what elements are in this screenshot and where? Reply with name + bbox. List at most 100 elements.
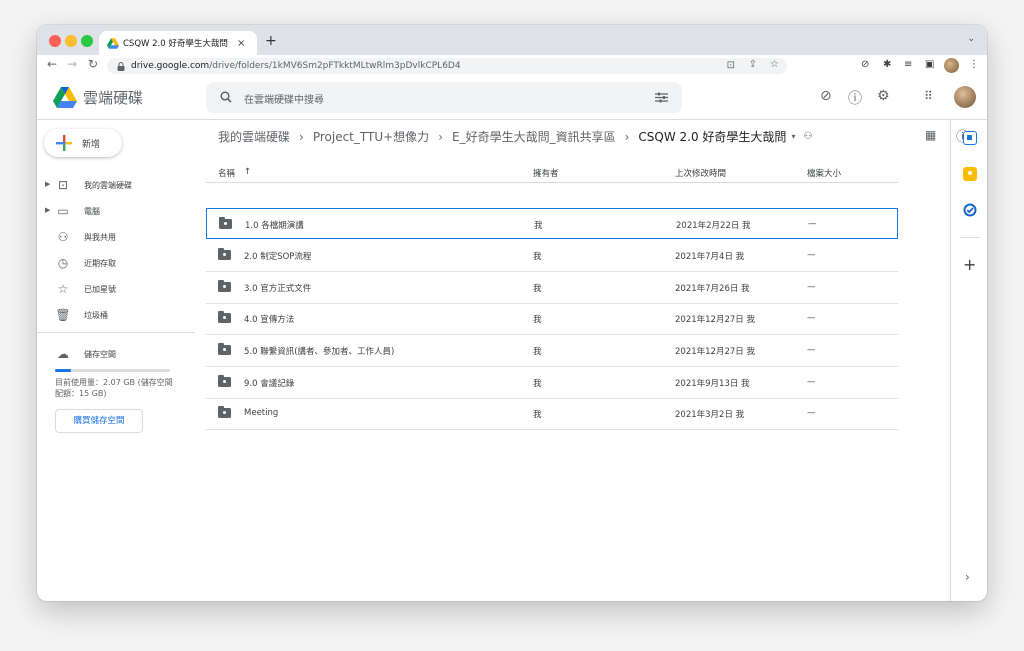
tab-title: CSQW 2.0 好奇學生大哉問 - Go [123, 39, 231, 49]
file-size: — [807, 250, 816, 260]
sidebar-item-computers[interactable]: ▶ ▭ 電腦 [37, 201, 197, 223]
sort-ascending-icon[interactable]: ↑ [244, 167, 251, 177]
sidebar-item-storage[interactable]: ☁ 儲存空間 [37, 344, 197, 366]
file-owner: 我 [533, 284, 542, 294]
folder-menu-dropdown-icon[interactable]: ▾ [791, 132, 795, 141]
table-row[interactable]: 5.0 聯繫資訊(講者、參加者、工作人員) 我 2021年12月27日 我 — [206, 335, 898, 367]
file-name[interactable]: 4.0 宣傳方法 [244, 313, 294, 325]
profile-avatar[interactable] [944, 58, 959, 73]
table-row[interactable]: 9.0 會議記錄 我 2021年9月13日 我 — [206, 367, 898, 399]
file-owner: 我 [534, 221, 543, 231]
browser-tab[interactable]: CSQW 2.0 好奇學生大哉問 - Go × [99, 31, 257, 55]
shared-folder-icon [218, 311, 231, 323]
sidebar-item-label: 已加星號 [84, 285, 116, 294]
new-button[interactable]: 新增 [44, 129, 122, 157]
back-arrow-icon[interactable]: ← [47, 57, 57, 71]
settings-gear-icon[interactable]: ⚙ [877, 88, 890, 104]
file-modified: 2021年7月26日 我 [675, 284, 750, 294]
add-addon-plus-icon[interactable]: + [963, 255, 976, 274]
column-header-size[interactable]: 檔案大小 [807, 167, 841, 179]
expand-panel-chevron-icon[interactable]: › [965, 570, 970, 584]
drive-favicon-icon [107, 37, 119, 49]
sidebar-item-shared[interactable]: ⚇ 與我共用 [37, 227, 197, 249]
close-window-button[interactable] [49, 35, 61, 47]
help-icon[interactable]: ⓘ [848, 88, 862, 108]
file-modified: 2021年12月27日 我 [675, 315, 755, 325]
keep-notes-icon[interactable] [963, 167, 977, 181]
trash-icon: 🗑 [55, 308, 71, 322]
shared-folder-icon [218, 280, 231, 292]
storage-progress-fill [55, 369, 71, 372]
title-bar: CSQW 2.0 好奇學生大哉問 - Go × + ⌄ [37, 25, 987, 55]
clock-icon: ◷ [57, 256, 69, 270]
sidebar-divider [37, 332, 195, 333]
side-panel-icon[interactable]: ▣ [925, 59, 934, 70]
file-name[interactable]: Meeting [244, 408, 278, 418]
minimize-window-button[interactable] [65, 35, 77, 47]
buy-storage-button[interactable]: 購買儲存空間 [55, 409, 143, 433]
sidebar-item-recent[interactable]: ◷ 近期存取 [37, 253, 197, 275]
file-name[interactable]: 2.0 制定SOP流程 [244, 250, 311, 262]
tab-search-chevron-icon[interactable]: ⌄ [967, 34, 975, 44]
sidebar-item-label: 電腦 [84, 207, 100, 216]
file-modified: 2021年3月2日 我 [675, 410, 745, 420]
search-box[interactable]: 在雲端硬碟中搜尋 [206, 82, 682, 113]
tab-close-icon[interactable]: × [237, 38, 245, 49]
sidebar-item-trash[interactable]: 🗑 垃圾桶 [37, 305, 197, 327]
account-avatar[interactable] [954, 86, 976, 108]
bookmark-star-icon[interactable]: ☆ [770, 59, 779, 70]
puzzle-extensions-icon[interactable]: ✱ [883, 59, 891, 70]
tasks-check-icon[interactable] [963, 203, 977, 217]
apps-grid-icon[interactable]: ⠿ [924, 89, 933, 103]
column-header-name[interactable]: 名稱 [218, 167, 235, 179]
new-tab-button[interactable]: + [265, 33, 277, 49]
sidebar-item-label: 近期存取 [84, 259, 116, 268]
drive-logo-icon[interactable] [53, 87, 77, 108]
file-size: — [807, 282, 816, 292]
file-size: — [807, 345, 816, 355]
table-row[interactable]: 3.0 官方正式文件 我 2021年7月26日 我 — [206, 272, 898, 304]
sidebar-item-my-drive[interactable]: ▶ ⊡ 我的雲端硬碟 [37, 175, 197, 197]
zoom-window-button[interactable] [81, 35, 93, 47]
file-name[interactable]: 9.0 會議記錄 [244, 377, 294, 389]
sidebar-item-starred[interactable]: ☆ 已加星號 [37, 279, 197, 301]
reload-icon[interactable]: ↻ [88, 57, 98, 71]
search-options-icon[interactable] [655, 92, 668, 103]
breadcrumb-my-drive[interactable]: 我的雲端硬碟 [218, 128, 290, 145]
file-owner: 我 [533, 347, 542, 357]
file-name[interactable]: 5.0 聯繫資訊(講者、參加者、工作人員) [244, 345, 394, 357]
column-header-owner[interactable]: 擁有者 [533, 167, 559, 179]
file-name[interactable]: 1.0 各檔期演講 [245, 219, 304, 231]
reading-list-icon[interactable]: ≡ [904, 59, 912, 70]
address-bar[interactable]: drive.google.com/drive/folders/1kMV6Sm2p… [107, 58, 787, 74]
share-icon[interactable]: ⇪ [749, 59, 757, 70]
table-row[interactable]: 4.0 宣傳方法 我 2021年12月27日 我 — [206, 303, 898, 335]
table-row[interactable]: 2.0 制定SOP流程 我 2021年7月4日 我 — [206, 240, 898, 272]
breadcrumb-current-folder[interactable]: CSQW 2.0 好奇學生大哉問 [638, 128, 786, 145]
grid-view-icon[interactable]: ▦ [925, 128, 936, 142]
table-row[interactable]: 1.0 各檔期演講 我 2021年2月22日 我 — [206, 208, 898, 239]
brand-title[interactable]: 雲端硬碟 [83, 87, 143, 108]
shared-folder-icon [218, 375, 231, 387]
file-owner: 我 [533, 315, 542, 325]
extension-icon[interactable]: ⊘ [861, 59, 869, 70]
file-name[interactable]: 3.0 官方正式文件 [244, 282, 311, 294]
column-header-modified[interactable]: 上次修改時間 [675, 167, 726, 179]
search-icon[interactable] [220, 91, 232, 103]
sidebar-item-label: 我的雲端硬碟 [84, 181, 132, 190]
forward-arrow-icon[interactable]: → [67, 57, 77, 71]
browser-menu-icon[interactable]: ⋮ [969, 59, 979, 70]
shared-folder-icon [218, 343, 231, 355]
file-modified: 2021年2月22日 我 [676, 221, 751, 231]
calendar-icon[interactable] [963, 131, 977, 145]
table-row[interactable]: Meeting 我 2021年3月2日 我 — [206, 398, 898, 430]
breadcrumb-share-area[interactable]: E_好奇學生大哉問_資訊共享區 [452, 128, 616, 145]
offline-ready-icon[interactable]: ⊘ [820, 88, 832, 104]
breadcrumb-project[interactable]: Project_TTU+想像力 [313, 128, 429, 145]
expand-caret-icon[interactable]: ▶ [45, 206, 50, 214]
file-owner: 我 [533, 410, 542, 420]
browser-toolbar: ← → ↻ drive.google.com/drive/folders/1kM… [37, 55, 987, 78]
install-icon[interactable]: ⊡ [727, 60, 735, 71]
storage-label: 儲存空間 [84, 350, 116, 359]
expand-caret-icon[interactable]: ▶ [45, 180, 50, 188]
